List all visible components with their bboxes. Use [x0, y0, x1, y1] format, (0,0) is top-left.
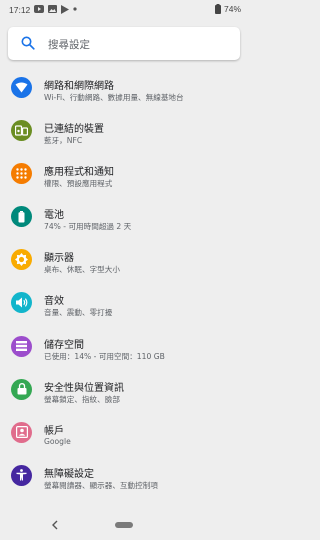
setting-title: 網路和網際網路	[44, 81, 114, 92]
search-icon	[21, 36, 35, 50]
setting-subtitle: 74% - 可用時間超過 2 天	[44, 222, 132, 232]
accessibility-icon	[11, 464, 32, 486]
volume-icon	[11, 292, 32, 314]
home-pill-button[interactable]	[115, 522, 133, 528]
setting-subtitle: Wi-Fi、行動網路、數據用量、無線基地台	[44, 93, 184, 102]
lock-icon	[11, 378, 32, 400]
setting-subtitle: Google	[44, 436, 71, 446]
status-bar: 17:12 74%	[0, 0, 249, 19]
setting-title: 無障礙設定	[44, 468, 94, 480]
back-icon[interactable]	[50, 520, 60, 530]
setting-subtitle: 螢幕閱讀器、顯示器、互動控制項	[44, 480, 158, 490]
setting-battery[interactable]: 電池 74% - 可用時間超過 2 天	[0, 198, 249, 241]
battery-percentage: 74%	[223, 4, 241, 14]
status-time: 17:12	[9, 5, 31, 15]
setting-title: 電池	[44, 210, 64, 222]
setting-title: 已連結的裝置	[44, 124, 104, 136]
play-store-icon	[61, 4, 69, 14]
youtube-icon	[34, 5, 44, 13]
setting-title: 安全性與位置資訊	[44, 382, 124, 394]
setting-storage[interactable]: 儲存空間 已使用：14% - 可用空間：110 GB	[0, 328, 249, 371]
brightness-icon	[11, 249, 32, 271]
setting-accessibility[interactable]: 無障礙設定 螢幕閱讀器、顯示器、互動控制項	[0, 457, 249, 500]
setting-title: 顯示器	[44, 253, 74, 265]
apps-icon	[11, 163, 32, 185]
setting-sound[interactable]: 音效 音量、震動、零打擾	[0, 284, 249, 327]
battery-icon	[11, 206, 32, 228]
setting-title: 帳戶	[44, 425, 64, 437]
setting-subtitle: 音量、震動、零打擾	[44, 308, 113, 318]
setting-subtitle: 藍牙，NFC	[44, 136, 83, 146]
search-placeholder: 搜尋設定	[48, 39, 90, 51]
setting-title: 應用程式和通知	[44, 167, 114, 179]
setting-subtitle: 已使用：14% - 可用空間：110 GB	[44, 351, 165, 361]
setting-apps[interactable]: 應用程式和通知 權限、預設應用程式	[0, 155, 249, 198]
storage-icon	[11, 335, 32, 357]
devices-icon	[11, 120, 32, 142]
gallery-icon	[48, 5, 57, 13]
status-right: 74%	[214, 4, 241, 14]
setting-connected-devices[interactable]: 已連結的裝置 藍牙，NFC	[0, 112, 249, 155]
setting-network[interactable]: 網路和網際網路 Wi-Fi、行動網路、數據用量、無線基地台	[0, 69, 249, 112]
dot-icon	[73, 7, 77, 11]
settings-list: 網路和網際網路 Wi-Fi、行動網路、數據用量、無線基地台 已連結的裝置 藍牙，…	[0, 69, 249, 500]
setting-subtitle: 權限、預設應用程式	[44, 179, 113, 189]
battery-status-icon	[214, 4, 221, 14]
setting-display[interactable]: 顯示器 桌布、休眠、字型大小	[0, 241, 249, 284]
search-bar[interactable]: 搜尋設定	[8, 27, 240, 60]
setting-security[interactable]: 安全性與位置資訊 螢幕鎖定、指紋、臉部	[0, 371, 249, 414]
navigation-bar	[0, 512, 249, 540]
account-icon	[11, 421, 32, 443]
setting-subtitle: 螢幕鎖定、指紋、臉部	[44, 394, 120, 404]
notification-icons	[34, 4, 77, 14]
setting-subtitle: 桌布、休眠、字型大小	[44, 265, 120, 275]
setting-title: 音效	[44, 296, 64, 308]
setting-accounts[interactable]: 帳戶 Google	[0, 414, 249, 457]
wifi-icon	[11, 77, 32, 98]
setting-title: 儲存空間	[44, 339, 84, 351]
